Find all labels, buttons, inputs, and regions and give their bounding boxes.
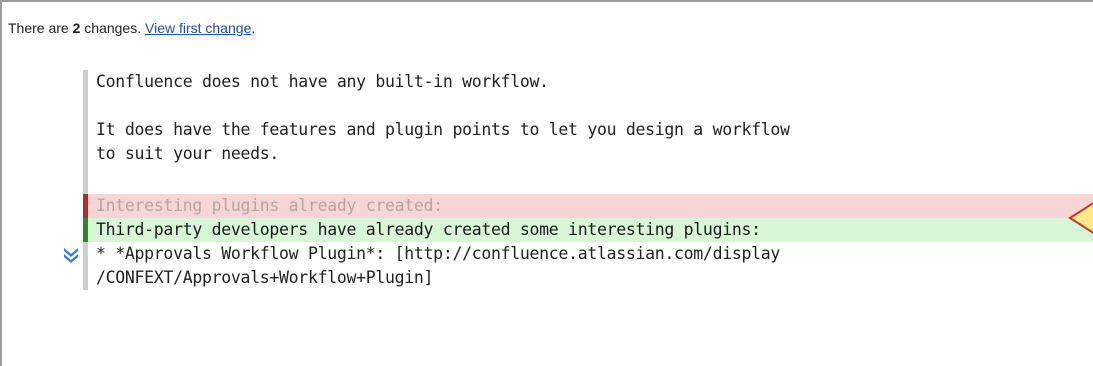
summary-end: . [251,20,256,36]
diff-line-blank [83,166,1093,190]
diff-line: * *Approvals Workflow Plugin*: [http://c… [83,242,1093,266]
summary-prefix: There are [8,20,73,36]
double-chevron-down-icon[interactable] [62,246,80,264]
diff-line: to suit your needs. [83,142,1093,166]
diff-line: Confluence does not have any built-in wo… [83,70,1093,94]
diff-content: Confluence does not have any built-in wo… [83,70,1093,290]
arrow-marker-icon [1068,198,1093,238]
diff-panel: There are 2 changes. View first change. … [0,0,1093,366]
diff-line-blank [83,94,1093,118]
view-first-change-link[interactable]: View first change [145,20,251,36]
diff-line-added: Third-party developers have already crea… [83,218,1093,242]
diff-line: /CONFEXT/Approvals+Workflow+Plugin] [83,266,1093,290]
change-summary: There are 2 changes. View first change. [8,20,255,36]
diff-line-removed: Interesting plugins already created: [83,194,1093,218]
summary-suffix: changes. [80,20,145,36]
diff-line: It does have the features and plugin poi… [83,118,1093,142]
